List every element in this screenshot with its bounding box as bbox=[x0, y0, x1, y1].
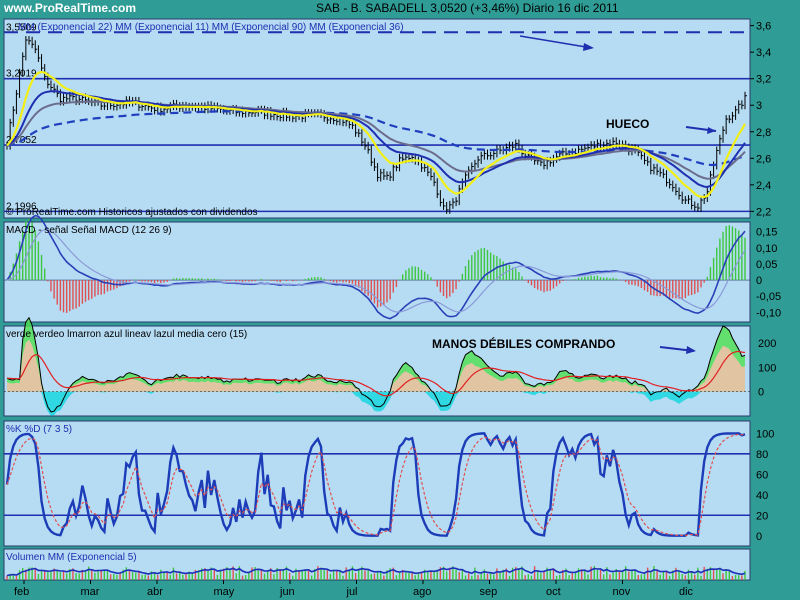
volume-panel-title: Volumen MM (Exponencial 5) bbox=[6, 552, 137, 563]
x-axis-label-10: dic bbox=[679, 586, 694, 598]
x-axis-label-3: may bbox=[214, 586, 235, 598]
annotation-hueco: HUECO bbox=[606, 117, 649, 131]
x-axis-label-6: ago bbox=[413, 586, 431, 598]
panel-stoch bbox=[3, 420, 751, 547]
annotation-manos-debiles: MANOS DÉBILES COMPRANDO bbox=[432, 336, 615, 351]
stoch-axis-tick-4: 20 bbox=[756, 510, 768, 522]
x-axis-label-5: jul bbox=[346, 586, 358, 598]
price-axis-tick-0: 2,2 bbox=[756, 206, 771, 218]
macd-axis-tick-3: 0 bbox=[756, 275, 762, 287]
x-axis-label-1: mar bbox=[81, 586, 100, 598]
x-axis-label-9: nov bbox=[613, 586, 631, 598]
price-axis-tick-1: 2,4 bbox=[756, 180, 771, 192]
price-level-label-1: 3,2019 bbox=[6, 69, 37, 80]
x-axis-label-0: feb bbox=[14, 586, 29, 598]
macd-panel-title: MACD - señal Señal MACD (12 26 9) bbox=[6, 225, 172, 236]
price-axis-tick-3: 2,8 bbox=[756, 127, 771, 139]
stoch-axis-tick-1: 80 bbox=[756, 449, 768, 461]
flow-axis-tick-0: 200 bbox=[758, 338, 776, 350]
macd-axis-tick-0: 0,15 bbox=[756, 227, 777, 239]
macd-axis-tick-2: 0,05 bbox=[756, 259, 777, 271]
stock-chart: 2,22,42,62,833,23,43,63,55093,20192,7052… bbox=[3, 18, 781, 598]
macd-axis-tick-5: -0,10 bbox=[756, 307, 781, 319]
x-axis-label-8: oct bbox=[546, 586, 561, 598]
macd-axis-tick-1: 0,10 bbox=[756, 243, 777, 255]
price-axis-tick-6: 3,4 bbox=[756, 47, 771, 59]
price-panel-title: MM (Exponencial 22) MM (Exponencial 11) … bbox=[18, 22, 404, 33]
flow-axis-tick-2: 0 bbox=[758, 387, 764, 399]
price-source-note: © ProRealTime.com Historicos ajustados c… bbox=[6, 207, 258, 218]
stoch-axis-tick-3: 40 bbox=[756, 490, 768, 502]
stoch-axis-tick-0: 100 bbox=[756, 428, 774, 440]
x-axis-label-2: abr bbox=[147, 586, 163, 598]
price-axis-tick-5: 3,2 bbox=[756, 74, 771, 86]
x-axis-label-4: jun bbox=[279, 586, 295, 598]
stoch-axis-tick-5: 0 bbox=[756, 531, 762, 543]
flow-axis-tick-1: 100 bbox=[758, 362, 776, 374]
price-axis-tick-2: 2,6 bbox=[756, 153, 771, 165]
x-axis-label-7: sep bbox=[480, 586, 498, 598]
stoch-axis-tick-2: 60 bbox=[756, 469, 768, 481]
price-axis-tick-4: 3 bbox=[756, 100, 762, 112]
macd-axis-tick-4: -0,05 bbox=[756, 291, 781, 303]
price-axis-tick-7: 3,6 bbox=[756, 21, 771, 33]
chart-window: www.ProRealTime.com SAB - B. SABADELL 3,… bbox=[0, 0, 800, 600]
stoch-panel-title: %K %D (7 3 5) bbox=[6, 424, 72, 435]
flow-panel-title: verde verdeo lmarron azul lineav lazul m… bbox=[6, 329, 247, 340]
